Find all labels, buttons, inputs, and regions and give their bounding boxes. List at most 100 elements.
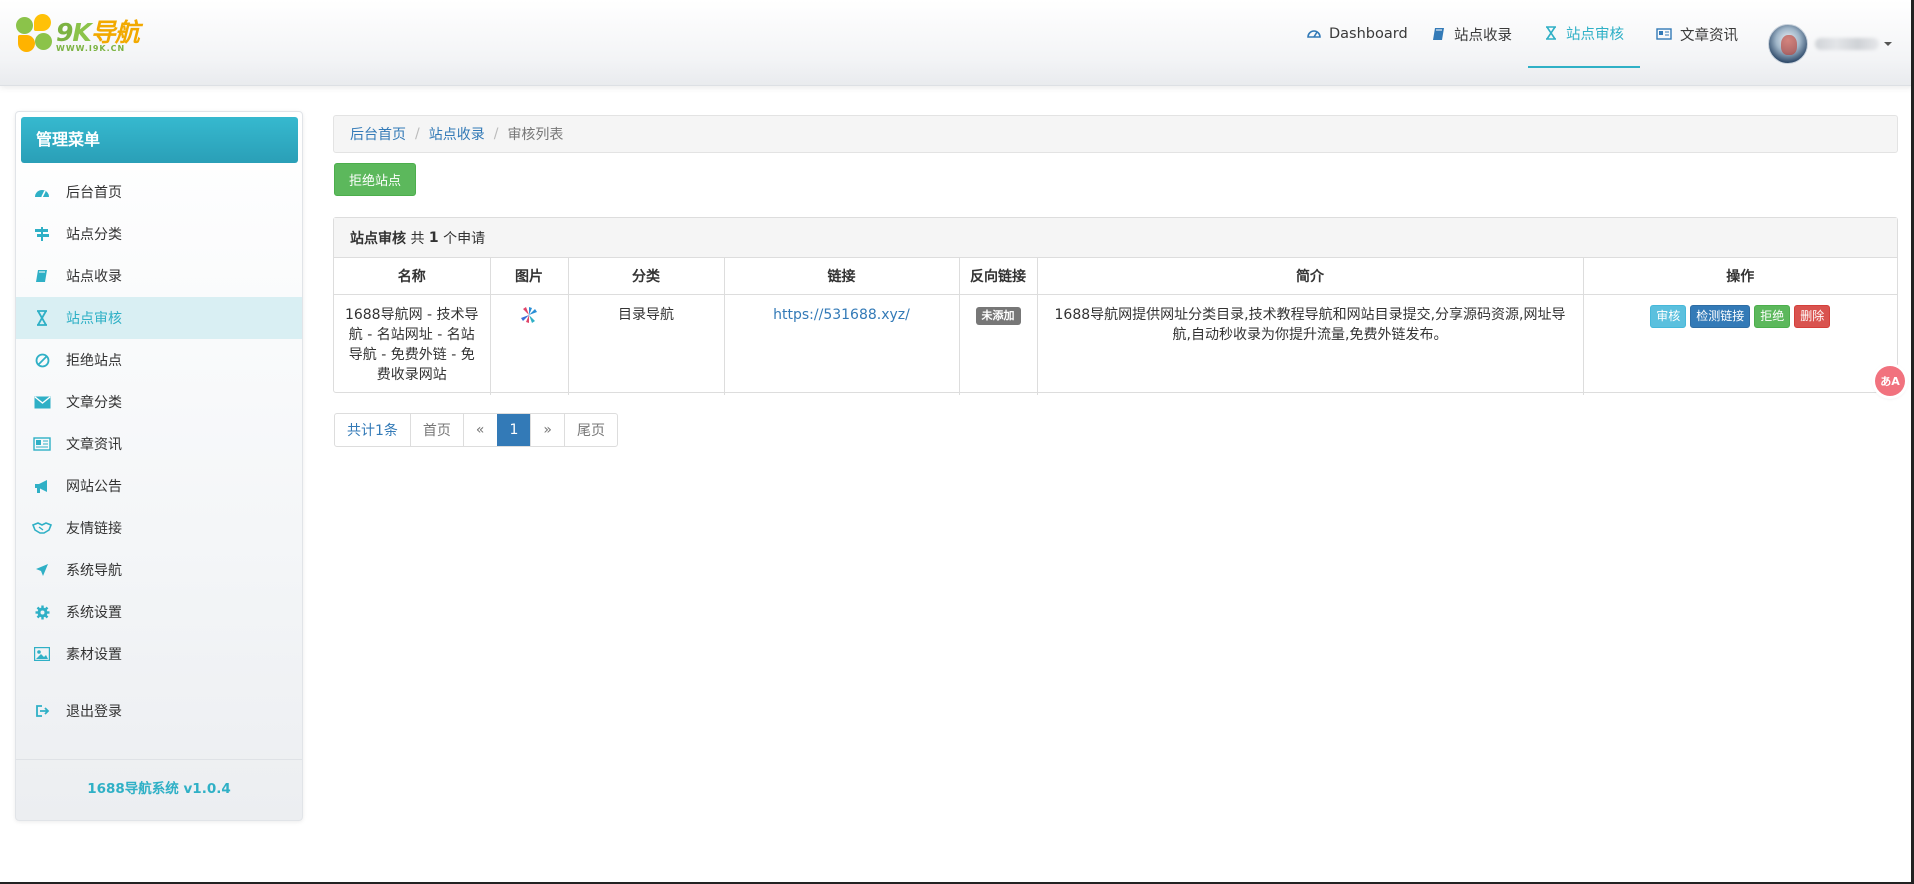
pagination-prev[interactable]: « [462,414,497,446]
panel-count-suffix: 个申请 [443,230,486,247]
sidebar-item-site-review[interactable]: 站点审核 [16,297,302,339]
top-navbar: 9K导航 WWW.I9K.CN Dashboard 站点收录 站点审核 文章资讯 [0,0,1914,86]
image-icon [32,644,52,664]
sidebar-item-site-collection[interactable]: 站点收录 [16,255,302,297]
sidebar-item-logout[interactable]: 退出登录 [16,690,302,732]
rejected-sites-button[interactable]: 拒绝站点 [334,163,416,196]
newspaper-icon [32,434,52,454]
review-panel: 站点审核 共 1 个申请 名称 图片 分类 链接 反向链接 简介 操作 1688… [333,217,1898,395]
book-icon [1432,27,1446,41]
panel-heading: 站点审核 共 1 个申请 [334,218,1897,258]
handshake-icon [32,518,52,538]
topnav-label: 站点收录 [1454,27,1512,44]
sidebar-item-label: 文章资讯 [66,437,122,453]
hourglass-icon [1544,26,1558,40]
sidebar-item-label: 系统设置 [66,605,122,621]
sidebar-item-dashboard[interactable]: 后台首页 [16,171,302,213]
pagination-last[interactable]: 尾页 [564,414,617,446]
sidebar-title: 管理菜单 [21,117,298,163]
sidebar-item-friend-links[interactable]: 友情链接 [16,507,302,549]
column-header: 分类 [567,258,725,295]
approve-button[interactable]: 审核 [1650,304,1687,328]
column-header: 图片 [489,258,569,295]
topnav-site-collection[interactable]: 站点收录 [1432,0,1512,68]
gear-icon [32,602,52,622]
pagination-total: 共计1条 [347,423,398,439]
translate-icon[interactable]: あA [1875,366,1905,396]
sidebar-item-label: 拒绝站点 [66,353,122,369]
topnav-label: 站点审核 [1566,26,1624,43]
sidebar-item-system-nav[interactable]: 系统导航 [16,549,302,591]
category-cell: 目录导航 [567,293,725,395]
user-avatar[interactable] [1768,24,1808,64]
sidebar-item-label: 素材设置 [66,647,122,663]
sidebar-item-label: 站点收录 [66,269,122,285]
check-link-button[interactable]: 检测链接 [1690,304,1751,328]
sidebar-item-announcements[interactable]: 网站公告 [16,465,302,507]
ban-icon [32,350,52,370]
column-header: 反向链接 [958,258,1038,295]
column-header: 简介 [1036,258,1584,295]
panel-count-prefix: 共 [410,230,425,247]
newspaper-icon [1656,27,1672,41]
sidebar-item-label: 系统导航 [66,563,122,579]
book-icon [32,266,52,286]
sidebar-item-label: 后台首页 [66,185,122,201]
envelope-icon [32,392,52,412]
topnav-articles[interactable]: 文章资讯 [1656,0,1738,68]
delete-button[interactable]: 删除 [1794,304,1831,328]
breadcrumb-current: 审核列表 [507,127,564,143]
pagination: 共计1条 首页 « 1 » 尾页 [334,413,618,447]
site-favicon-icon [520,306,538,328]
panel-title: 站点审核 [350,230,406,247]
logo-url: WWW.I9K.CN [56,44,126,53]
sidebar-item-system-settings[interactable]: 系统设置 [16,591,302,633]
link-cell: https://531688.xyz/ [723,293,960,395]
sidebar: 管理菜单 后台首页 站点分类 站点收录 站点审核 拒绝站点 文章分类 文章资讯 … [15,111,303,821]
breadcrumb-separator: / [415,126,420,142]
chevron-down-icon[interactable] [1884,42,1892,46]
site-url-link[interactable]: https://531688.xyz/ [773,307,910,323]
sidebar-item-rejected-sites[interactable]: 拒绝站点 [16,339,302,381]
sidebar-item-articles[interactable]: 文章资讯 [16,423,302,465]
site-logo[interactable]: 9K导航 WWW.I9K.CN [16,14,166,56]
system-version: 1688导航系统 v1.0.4 [16,759,302,820]
sidebar-item-label: 文章分类 [66,395,122,411]
column-header: 操作 [1582,258,1897,295]
column-header: 名称 [334,258,491,295]
sign-out-icon [32,701,52,721]
sidebar-item-label: 友情链接 [66,521,122,537]
site-image-cell [489,293,569,395]
username-blurred[interactable] [1815,38,1879,50]
pagination-next[interactable]: » [530,414,564,446]
breadcrumb: 后台首页 / 站点收录 / 审核列表 [333,115,1898,153]
sidebar-item-site-categories[interactable]: 站点分类 [16,213,302,255]
topnav-site-review[interactable]: 站点审核 [1528,0,1640,68]
table-row: 1688导航网 - 技术导航 - 名站网址 - 名站导航 - 免费外链 - 免费… [334,293,1897,395]
column-header: 链接 [723,258,960,295]
bullhorn-icon [32,476,52,496]
ops-cell: 审核 检测链接 拒绝 删除 [1582,293,1897,395]
topnav-dashboard[interactable]: Dashboard [1307,0,1408,68]
sidebar-item-label: 站点审核 [66,311,122,327]
breadcrumb-home-link[interactable]: 后台首页 [350,124,406,144]
review-table: 名称 图片 分类 链接 反向链接 简介 操作 1688导航网 - 技术导航 - … [334,258,1897,395]
dashboard-icon [32,182,52,202]
hourglass-icon [32,308,52,328]
dashboard-icon [1307,27,1321,41]
topnav-label: Dashboard [1329,26,1408,42]
backlink-cell: 未添加 [958,293,1038,395]
pagination-current-page[interactable]: 1 [496,414,531,446]
breadcrumb-section-link[interactable]: 站点收录 [429,124,485,144]
topnav-label: 文章资讯 [1680,27,1738,44]
clover-logo-icon [16,14,54,54]
sidebar-item-article-categories[interactable]: 文章分类 [16,381,302,423]
sidebar-item-label: 网站公告 [66,479,122,495]
reject-button[interactable]: 拒绝 [1754,304,1791,328]
intro-cell: 1688导航网提供网址分类目录,技术教程导航和网站目录提交,分享源码资源,网址导… [1036,293,1584,395]
signpost-icon [32,224,52,244]
pagination-first[interactable]: 首页 [409,414,463,446]
sidebar-item-asset-settings[interactable]: 素材设置 [16,633,302,675]
panel-count: 1 [428,229,439,246]
sidebar-item-label: 退出登录 [66,704,122,720]
